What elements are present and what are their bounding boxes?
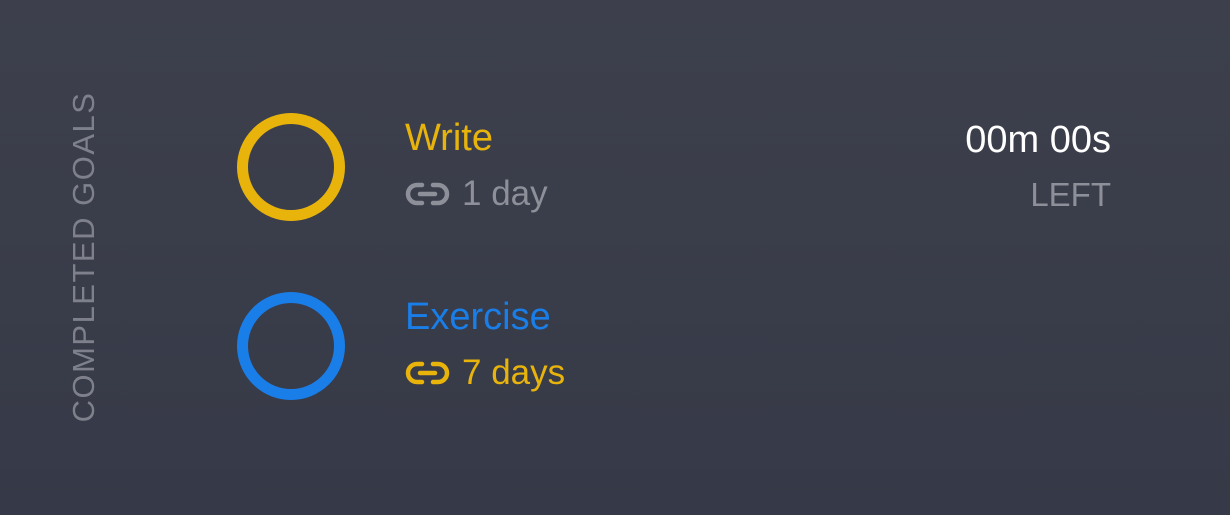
goal-row-write[interactable]: Write 1 day 00m 00s LEFT [0, 106, 1230, 226]
goal-streak: 1 day [405, 172, 548, 216]
goal-row-exercise[interactable]: Exercise 7 days [0, 285, 1230, 405]
goal-title: Write [405, 117, 493, 159]
streak-text: 7 days [462, 353, 566, 392]
goal-completion-ring[interactable] [237, 113, 345, 221]
link-icon [405, 182, 450, 206]
streak-text: 1 day [462, 174, 548, 213]
completed-goals-panel: COMPLETED GOALS Write 1 day 00m 00s LEFT… [0, 0, 1230, 515]
link-icon [405, 361, 450, 385]
goal-streak: 7 days [405, 351, 565, 395]
goal-completion-ring[interactable] [237, 292, 345, 400]
timer-value: 00m 00s [965, 119, 1111, 161]
goal-title: Exercise [405, 296, 551, 338]
timer-label: LEFT [1030, 176, 1111, 213]
